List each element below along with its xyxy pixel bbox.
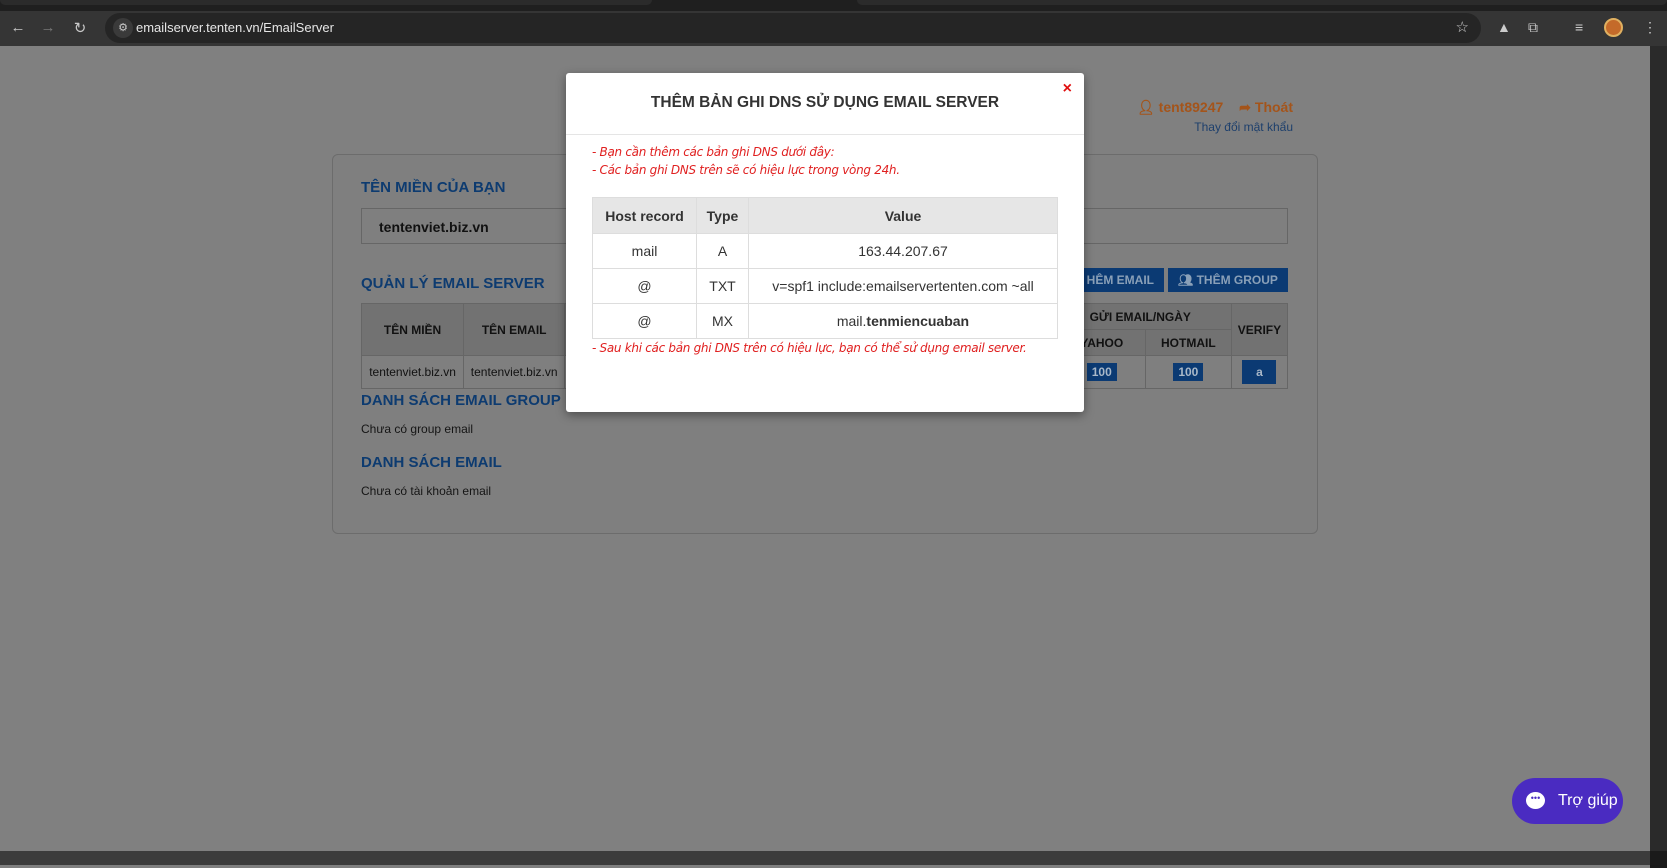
user-menu: 👤︎ tent89247 ➦ Thoát bbox=[1133, 99, 1293, 116]
logout-link[interactable]: Thoát bbox=[1255, 99, 1293, 115]
modal-title: THÊM BẢN GHI DNS SỬ DỤNG EMAIL SERVER bbox=[650, 94, 1000, 111]
cell-email: tentenviet.biz.vn bbox=[463, 355, 566, 389]
help-label: Trợ giúp bbox=[1558, 792, 1618, 809]
host-cell: @ bbox=[592, 303, 697, 339]
hotmail-limit-badge: 100 bbox=[1173, 363, 1204, 381]
domain-section-title: TÊN MIỀN CỦA BẠN bbox=[361, 179, 506, 196]
add-group-button[interactable]: 👥︎ THÊM GROUP bbox=[1168, 268, 1288, 292]
header-type: Type bbox=[696, 197, 749, 234]
address-bar[interactable]: ⚙ emailserver.tenten.vn/EmailServer ☆ bbox=[105, 13, 1481, 43]
change-password-link[interactable]: Thay đổi mật khẩu bbox=[1194, 120, 1293, 134]
cell-verify: a bbox=[1230, 355, 1289, 389]
tab-strip bbox=[0, 0, 1667, 11]
col-hotmail: HOTMAIL bbox=[1144, 329, 1232, 356]
forward-icon[interactable]: → bbox=[38, 19, 58, 36]
cell-domain: tentenviet.biz.vn bbox=[360, 355, 465, 389]
site-settings-icon[interactable]: ⚙ bbox=[113, 18, 133, 38]
close-icon[interactable]: × bbox=[1063, 80, 1072, 98]
header-value: Value bbox=[748, 197, 1058, 234]
value-cell: mail.tenmiencuaban bbox=[748, 303, 1058, 339]
profile-avatar[interactable] bbox=[1604, 18, 1623, 37]
extensions-icon[interactable]: ⧉ bbox=[1528, 19, 1538, 36]
username-link[interactable]: tent89247 bbox=[1159, 99, 1224, 115]
menu-icon[interactable]: ⋮ bbox=[1643, 19, 1657, 36]
value-cell: v=spf1 include:emailservertenten.com ~al… bbox=[748, 268, 1058, 304]
modal-divider bbox=[566, 134, 1084, 135]
email-empty-text: Chưa có tài khoản email bbox=[361, 484, 492, 498]
value-domain-placeholder: tenmiencuaban bbox=[866, 313, 970, 329]
email-section-title: DANH SÁCH EMAIL bbox=[361, 454, 502, 471]
help-button[interactable]: ••• Trợ giúp bbox=[1512, 778, 1623, 824]
col-domain: TÊN MIỀN bbox=[360, 303, 465, 356]
type-cell: MX bbox=[696, 303, 749, 339]
col-email: TÊN EMAIL bbox=[463, 303, 566, 356]
cell-hotmail: 100 bbox=[1144, 355, 1232, 389]
dns-records-table: Host record Type Value mail A 163.44.207… bbox=[592, 197, 1058, 339]
type-cell: A bbox=[696, 233, 749, 269]
drive-icon[interactable]: ▲ bbox=[1497, 19, 1511, 35]
url-text: emailserver.tenten.vn/EmailServer bbox=[136, 20, 334, 35]
scrollbar-corner bbox=[1650, 851, 1667, 868]
modal-instruction-1: - Bạn cần thêm các bản ghi DNS dưới đây: bbox=[592, 145, 835, 159]
logout-icon: ➦ bbox=[1239, 99, 1251, 115]
modal-footer-note: - Sau khi các bản ghi DNS trên có hiệu l… bbox=[592, 341, 1027, 355]
group-icon: 👥︎ bbox=[1178, 273, 1197, 287]
yahoo-limit-badge: 100 bbox=[1086, 363, 1117, 381]
reload-icon[interactable]: ↻ bbox=[70, 19, 90, 37]
host-cell: mail bbox=[592, 233, 697, 269]
user-icon: 👤︎ bbox=[1136, 99, 1155, 115]
host-cell: @ bbox=[592, 268, 697, 304]
manage-section-title: QUẢN LÝ EMAIL SERVER bbox=[361, 275, 545, 292]
dns-row: @ MX mail.tenmiencuaban bbox=[592, 303, 1058, 339]
amazon-icon[interactable]: a bbox=[1242, 360, 1277, 384]
back-icon[interactable]: ← bbox=[8, 19, 28, 36]
group-empty-text: Chưa có group email bbox=[361, 422, 474, 436]
chat-bubble-icon: ••• bbox=[1526, 792, 1545, 809]
add-group-label: THÊM GROUP bbox=[1196, 273, 1278, 287]
bookmark-star-icon[interactable]: ☆ bbox=[1456, 18, 1469, 36]
value-cell: 163.44.207.67 bbox=[748, 233, 1058, 269]
vertical-scrollbar[interactable] bbox=[1650, 46, 1667, 851]
modal-instruction-2: - Các bản ghi DNS trên sẽ có hiệu lực tr… bbox=[592, 163, 900, 177]
value-prefix: mail. bbox=[836, 313, 867, 329]
dns-row: @ TXT v=spf1 include:emailservertenten.c… bbox=[592, 268, 1058, 304]
browser-toolbar: ← → ↻ ⚙ emailserver.tenten.vn/EmailServe… bbox=[0, 11, 1667, 46]
type-cell: TXT bbox=[696, 268, 749, 304]
dns-records-modal: THÊM BẢN GHI DNS SỬ DỤNG EMAIL SERVER × … bbox=[566, 73, 1084, 412]
media-icon[interactable]: ≡ bbox=[1575, 19, 1583, 35]
col-verify: VERIFY bbox=[1230, 303, 1289, 356]
group-section-title: DANH SÁCH EMAIL GROUP bbox=[361, 392, 561, 409]
horizontal-scrollbar[interactable] bbox=[0, 851, 1650, 865]
header-host: Host record bbox=[592, 197, 697, 234]
dns-row: mail A 163.44.207.67 bbox=[592, 233, 1058, 269]
